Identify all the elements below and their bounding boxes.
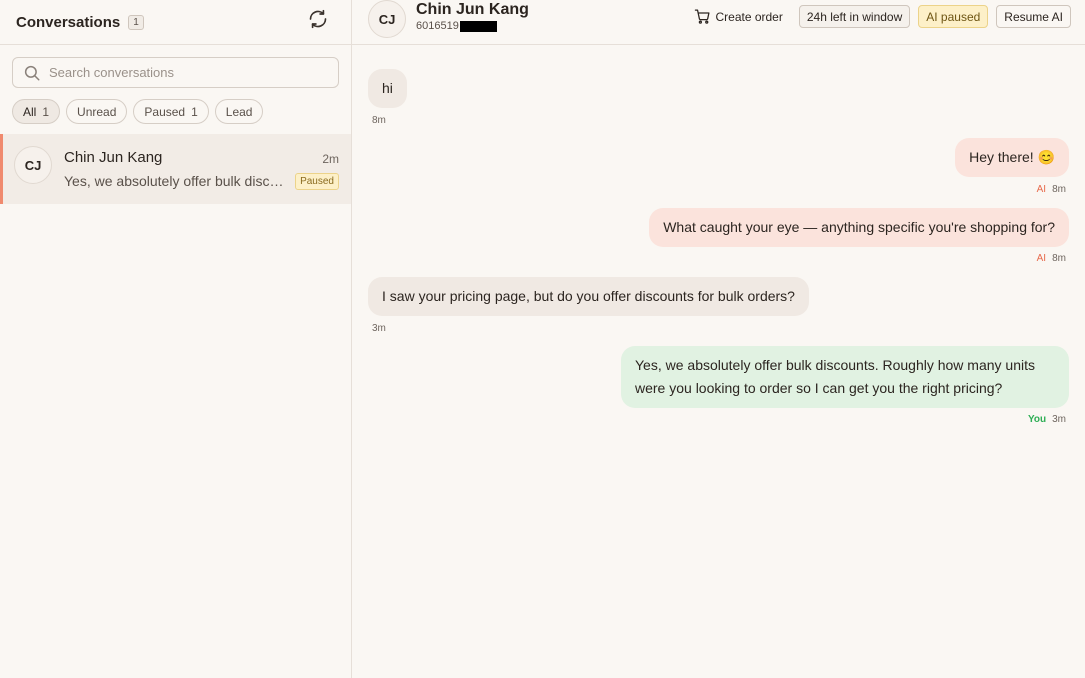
sidebar-header: Conversations 1 <box>0 0 351 45</box>
message-time: 8m <box>372 115 386 126</box>
search-input[interactable] <box>49 65 329 80</box>
message-time: 8m <box>1052 184 1066 195</box>
message-bubble-ai: Hey there! 😊 <box>955 138 1069 177</box>
chat-header: CJ Chin Jun Kang 6016519 Create order 24… <box>352 0 1085 45</box>
conversation-preview: Yes, we absolutely offer bulk discounts.… <box>64 173 288 189</box>
message-bubble-outgoing: Yes, we absolutely offer bulk discounts.… <box>621 346 1069 408</box>
contact-name: Chin Jun Kang <box>416 1 529 18</box>
filter-label: All <box>23 104 37 119</box>
filter-paused[interactable]: Paused 1 <box>133 99 209 124</box>
search-icon <box>24 65 40 80</box>
window-status-badge: 24h left in window <box>798 5 911 28</box>
ai-status-badge: AI paused <box>918 5 989 28</box>
message-bubble-incoming: hi <box>368 69 407 108</box>
message-time: 3m <box>1052 414 1066 425</box>
app: Conversations 1 All 1 <box>0 0 1085 678</box>
message-meta: 8m <box>372 115 386 126</box>
filter-count: 1 <box>42 104 50 119</box>
chat-panel: CJ Chin Jun Kang 6016519 Create order 24… <box>352 0 1085 678</box>
message-meta: AI 8m <box>1037 253 1066 264</box>
conversations-sidebar: Conversations 1 All 1 <box>0 0 352 678</box>
conversation-time: 2m <box>322 152 339 166</box>
conversation-list-item[interactable]: CJ Chin Jun Kang 2m Yes, we absolutely o… <box>0 134 351 204</box>
paused-badge: Paused <box>295 173 339 190</box>
filter-chips: All 1 Unread Paused 1 Lead <box>12 99 264 124</box>
conversation-count-badge: 1 <box>128 14 144 30</box>
message-meta: 3m <box>372 323 386 334</box>
refresh-button[interactable] <box>307 8 329 30</box>
sender-tag: AI <box>1036 184 1047 195</box>
message-list: hi 8m Hey there! 😊 AI 8m What caught your… <box>352 46 1085 678</box>
message-time: 3m <box>372 323 386 334</box>
filter-label: Paused <box>144 104 186 119</box>
filter-label: Unread <box>77 104 117 119</box>
redaction-bar <box>459 20 497 32</box>
refresh-icon <box>309 9 327 29</box>
contact-phone-number: 6016519 <box>416 20 459 32</box>
search-box[interactable] <box>12 57 339 88</box>
sidebar-title: Conversations <box>16 13 121 31</box>
message-meta: You 3m <box>1028 414 1066 425</box>
filter-count: 1 <box>191 104 198 119</box>
create-order-button[interactable]: Create order <box>694 8 783 25</box>
filter-unread[interactable]: Unread <box>66 99 128 124</box>
contact-phone: 6016519 <box>416 20 497 32</box>
filter-label: Lead <box>225 104 253 119</box>
message-bubble-incoming: I saw your pricing page, but do you offe… <box>368 277 809 316</box>
contact-avatar: CJ <box>368 0 406 38</box>
cart-icon <box>695 9 710 24</box>
resume-ai-button[interactable]: Resume AI <box>996 5 1071 28</box>
avatar: CJ <box>14 146 52 184</box>
conversation-name: Chin Jun Kang <box>64 149 163 166</box>
create-order-label: Create order <box>715 9 783 24</box>
message-time: 8m <box>1052 253 1066 264</box>
header-actions: Create order 24h left in window AI pause… <box>694 5 1071 28</box>
message-bubble-ai: What caught your eye — anything specific… <box>649 208 1069 247</box>
filter-lead[interactable]: Lead <box>214 99 264 124</box>
sender-tag: You <box>1027 414 1047 425</box>
message-meta: AI 8m <box>1037 184 1066 195</box>
filter-all[interactable]: All 1 <box>12 99 61 124</box>
sender-tag: AI <box>1036 253 1047 264</box>
